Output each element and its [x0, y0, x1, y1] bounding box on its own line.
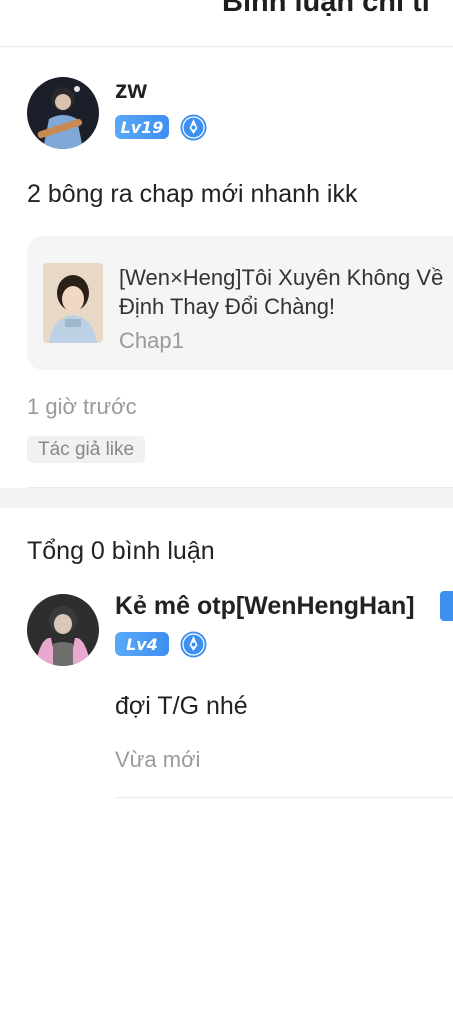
divider — [115, 797, 453, 798]
page-header: Bình luận chi ti — [0, 0, 453, 47]
author-like-tag: Tác giả like — [27, 436, 146, 463]
username[interactable]: zw — [115, 76, 147, 105]
story-chapter: Chap1 — [119, 328, 184, 353]
story-card[interactable]: [Wen×Heng]Tôi Xuyên Không Về Định Thay Đ… — [27, 236, 453, 370]
story-title: [Wen×Heng]Tôi Xuyên Không Về Định Thay Đ… — [119, 265, 444, 319]
level-badge: Lv4 — [115, 632, 169, 656]
story-thumbnail — [43, 263, 103, 343]
level-badge: Lv19 — [115, 115, 169, 139]
avatar[interactable] — [27, 594, 99, 666]
vip-badge-icon — [180, 114, 207, 141]
reply-text: đợi T/G nhé — [115, 692, 248, 720]
user-tag — [440, 591, 453, 621]
vip-badge-icon — [180, 631, 207, 658]
avatar[interactable] — [27, 77, 99, 149]
reply-time: Vừa mới — [115, 747, 201, 772]
replies-total: Tổng 0 bình luận — [27, 537, 215, 565]
comment-text: 2 bông ra chap mới nhanh ikk — [27, 180, 358, 208]
post-time: 1 giờ trước — [27, 394, 137, 419]
section-separator — [0, 488, 453, 508]
username[interactable]: Kẻ mê otp[WenHengHan] — [115, 592, 415, 621]
page-title: Bình luận chi ti — [222, 0, 430, 18]
